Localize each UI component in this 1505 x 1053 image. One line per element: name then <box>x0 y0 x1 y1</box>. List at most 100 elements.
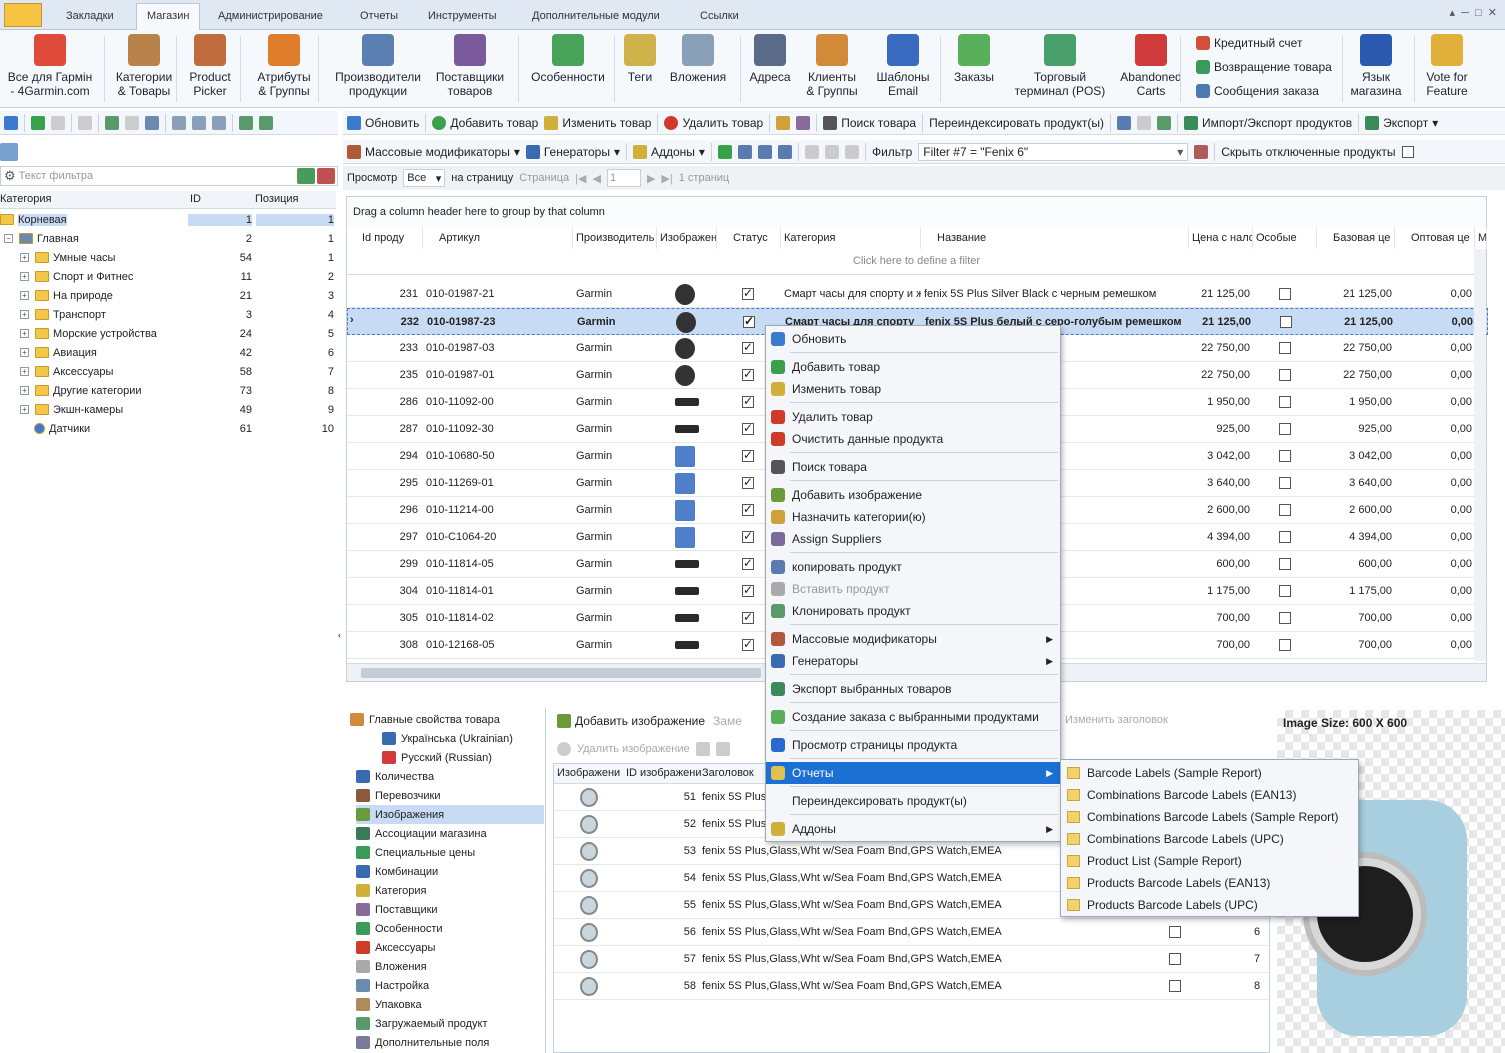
grid-column-header[interactable]: Категория <box>781 227 921 249</box>
tree-node[interactable]: Датчики 61 10 <box>0 419 336 438</box>
status-checkbox[interactable] <box>742 394 754 408</box>
columns-icon[interactable] <box>757 144 772 159</box>
property-item[interactable]: Специальные цены <box>356 843 536 862</box>
property-item[interactable]: Загружаемый продукт <box>356 1014 536 1033</box>
col-title[interactable]: Заголовок <box>702 767 754 779</box>
expand-icon[interactable] <box>172 115 186 130</box>
ribbon-button-suppliers[interactable]: Поставщики товаров <box>432 34 508 98</box>
import-export-button[interactable]: Импорт/Экспорт продуктов <box>1184 115 1352 130</box>
context-menu-item[interactable]: Assign Suppliers <box>766 528 1060 550</box>
status-checkbox[interactable] <box>742 556 754 570</box>
special-checkbox[interactable] <box>1279 612 1291 624</box>
special-checkbox[interactable] <box>1279 288 1291 300</box>
paste-icon[interactable] <box>715 742 730 756</box>
edit-icon[interactable] <box>51 115 65 130</box>
context-menu-item[interactable]: Назначить категории(ю) <box>766 506 1060 528</box>
prev-page-button[interactable]: ◀ <box>592 172 600 185</box>
gear-icon[interactable]: ⚙ <box>4 168 16 184</box>
special-checkbox[interactable] <box>1280 316 1292 328</box>
grid-view-icon[interactable] <box>0 143 18 161</box>
splitter-handle[interactable]: ‹ <box>338 630 344 644</box>
context-menu-item[interactable]: Отчеты ▶ <box>766 762 1060 784</box>
change-title-button[interactable]: Изменить заголовок <box>1065 714 1168 726</box>
context-menu-item[interactable]: Удалить товар <box>766 406 1060 428</box>
refresh-icon[interactable] <box>4 115 18 130</box>
grid-column-header[interactable]: Id проду <box>359 227 423 249</box>
image-row[interactable]: 57 fenix 5S Plus,Glass,Wht w/Sea Foam Bnd… <box>554 946 1271 973</box>
property-item[interactable]: Главные свойства товара <box>350 710 530 729</box>
add-icon[interactable] <box>31 115 45 130</box>
report-menu-item[interactable]: Products Barcode Labels (EAN13) <box>1061 872 1358 894</box>
sort2-icon[interactable] <box>844 144 859 159</box>
col-image-id[interactable]: ID изображени <box>626 767 701 779</box>
col-position[interactable]: Позиция <box>255 193 299 205</box>
ribbon-button-clients[interactable]: Клиенты & Группы <box>804 34 860 98</box>
expand-icon[interactable]: + <box>20 253 29 262</box>
grid-row[interactable]: 231 010-01987-21 Garmin Смарт часы для спор… <box>347 281 1488 308</box>
filter-apply-icon[interactable] <box>297 168 315 184</box>
context-menu-item[interactable]: копировать продукт <box>766 556 1060 578</box>
context-menu-item[interactable]: Изменить товар <box>766 378 1060 400</box>
ribbon-button-attrs[interactable]: Атрибуты & Группы <box>252 34 316 98</box>
ribbon-button-garmin[interactable]: Все для Гармін - 4Garmin.com <box>4 34 96 98</box>
special-checkbox[interactable] <box>1279 504 1291 516</box>
mass-modifiers-button[interactable]: Массовые модификаторы ▾ <box>347 144 520 159</box>
special-checkbox[interactable] <box>1279 558 1291 570</box>
filter-row[interactable]: Click here to define a filter <box>347 249 1486 275</box>
col-image[interactable]: Изображени <box>557 767 620 779</box>
status-checkbox[interactable] <box>742 367 754 381</box>
cover-checkbox[interactable] <box>1169 953 1181 965</box>
tree-node[interactable]: + Аксессуары 58 7 <box>0 362 336 381</box>
tree-node[interactable]: + Спорт и Фитнес 11 2 <box>0 267 336 286</box>
page-size-select[interactable]: Все ▾ <box>403 169 446 187</box>
col-category[interactable]: Категория <box>0 193 51 205</box>
tree-node[interactable]: Корневая 1 1 <box>0 210 336 229</box>
ribbon-button-email[interactable]: Шаблоны Email <box>872 34 934 98</box>
expand-icon[interactable]: + <box>20 348 29 357</box>
special-checkbox[interactable] <box>1279 369 1291 381</box>
replace-image-button[interactable]: Заме <box>713 714 742 728</box>
export-button[interactable]: Экспорт ▾ <box>1365 115 1438 130</box>
expand-icon[interactable]: + <box>20 405 29 414</box>
property-item[interactable]: Русский (Russian) <box>382 748 562 767</box>
property-item[interactable]: Дополнительные поля <box>356 1033 536 1052</box>
status-checkbox[interactable] <box>742 610 754 624</box>
report-menu-item[interactable]: Combinations Barcode Labels (Sample Repo… <box>1061 806 1358 828</box>
cover-checkbox[interactable] <box>1169 980 1181 992</box>
status-checkbox[interactable] <box>742 475 754 489</box>
ribbon-button-features[interactable]: Особенности <box>526 34 610 84</box>
grid-column-header[interactable]: Изображен <box>657 227 717 249</box>
ribbon-small-button[interactable]: Кредитный счет <box>1196 36 1302 50</box>
search-product-button[interactable]: Поиск товара <box>823 115 916 130</box>
ribbon-tab[interactable]: Администрирование <box>208 6 333 30</box>
tree2-icon[interactable] <box>259 115 273 130</box>
tree-node[interactable]: + Другие категории 73 8 <box>0 381 336 400</box>
report-menu-item[interactable]: Combinations Barcode Labels (UPC) <box>1061 828 1358 850</box>
delete-icon[interactable] <box>78 115 92 130</box>
context-menu-item[interactable]: Просмотр страницы продукта <box>766 734 1060 756</box>
categories-icon[interactable] <box>776 115 791 130</box>
filter-select[interactable]: Filter #7 = "Fenix 6" ▾ <box>918 142 1189 161</box>
special-checkbox[interactable] <box>1279 585 1291 597</box>
ribbon-button-carts[interactable]: Abandoned Carts <box>1120 34 1182 98</box>
grid-column-header[interactable]: Цена с нало <box>1189 227 1253 249</box>
context-menu-item[interactable]: Очистить данные продукта <box>766 428 1060 450</box>
context-menu-item[interactable]: Обновить <box>766 328 1060 350</box>
first-page-button[interactable]: |◀ <box>575 172 586 185</box>
tree-node[interactable]: + Транспорт 3 4 <box>0 305 336 324</box>
addons-button[interactable]: Аддоны ▾ <box>632 144 705 159</box>
special-checkbox[interactable] <box>1279 531 1291 543</box>
status-checkbox[interactable] <box>742 421 754 435</box>
fit-icon[interactable] <box>777 144 792 159</box>
ribbon-button-vote[interactable]: Vote for Feature <box>1422 34 1472 98</box>
expand-icon[interactable]: + <box>20 291 29 300</box>
add-product-button[interactable]: Добавить товар <box>432 115 538 130</box>
property-item[interactable]: Комбинации <box>356 862 536 881</box>
report-menu-item[interactable]: Barcode Labels (Sample Report) <box>1061 762 1358 784</box>
ribbon-button-pos[interactable]: Торговый терминал (POS) <box>1014 34 1106 98</box>
hide-disabled-checkbox[interactable] <box>1401 145 1414 158</box>
special-checkbox[interactable] <box>1279 342 1291 354</box>
filter-clear-icon[interactable] <box>317 168 335 184</box>
property-item[interactable]: Упаковка <box>356 995 536 1014</box>
expand-icon[interactable] <box>804 144 819 159</box>
